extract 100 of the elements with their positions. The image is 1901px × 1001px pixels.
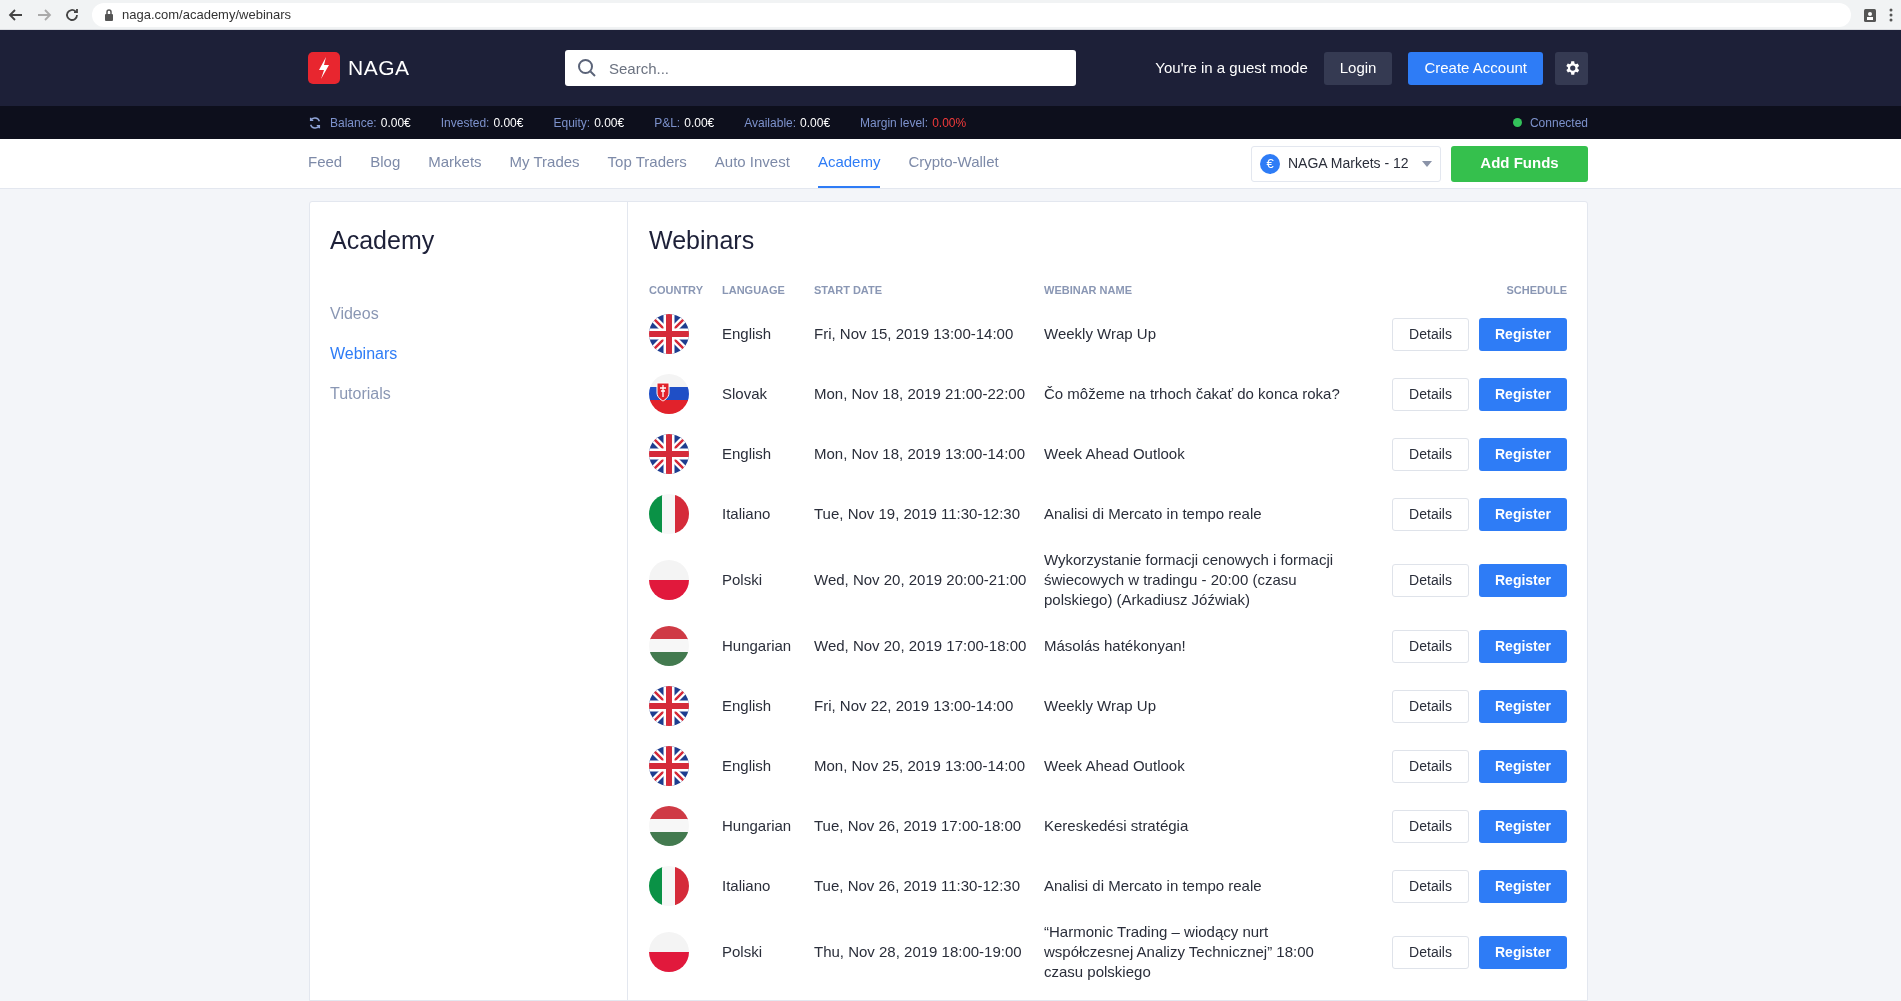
register-button[interactable]: Register bbox=[1479, 809, 1567, 843]
details-button[interactable]: Details bbox=[1392, 497, 1469, 531]
column-header: START DATE bbox=[814, 282, 884, 298]
table-cell-text: Tue, Nov 26, 2019 11:30-12:30 bbox=[814, 875, 1021, 896]
stat-label: Invested: bbox=[440, 114, 490, 132]
lock-icon bbox=[104, 8, 114, 21]
nav-tab[interactable]: Feed bbox=[308, 139, 343, 188]
table-cell-text: Polski bbox=[722, 569, 763, 590]
sidebar-item[interactable]: Webinars bbox=[330, 341, 627, 382]
table-cell-text: Kereskedési stratégia bbox=[1044, 816, 1190, 836]
nav-tab[interactable]: My Trades bbox=[509, 139, 580, 188]
sidebar-title: Academy bbox=[330, 225, 436, 256]
sidebar-item[interactable]: Tutorials bbox=[330, 381, 627, 422]
table-cell-text: Week Ahead Outlook bbox=[1044, 756, 1186, 776]
stat-value: 0.00€ bbox=[684, 114, 715, 132]
caret-icon bbox=[1422, 160, 1432, 167]
table-cell-text: Mon, Nov 18, 2019 13:00-14:00 bbox=[814, 443, 1026, 464]
table-cell-text: Weekly Wrap Up bbox=[1044, 696, 1157, 716]
account-dropdown[interactable]: € NAGA Markets - 12 bbox=[1251, 145, 1441, 182]
register-button[interactable]: Register bbox=[1479, 935, 1567, 969]
table-cell-text: Wed, Nov 20, 2019 20:00-21:00 bbox=[814, 569, 1028, 590]
table-cell-text: Hungarian bbox=[722, 815, 793, 836]
flag-icon bbox=[649, 314, 689, 354]
table-cell-text: Polski bbox=[722, 941, 763, 962]
table-cell-text: Mon, Nov 18, 2019 21:00-22:00 bbox=[814, 383, 1026, 404]
register-button[interactable]: Register bbox=[1479, 437, 1567, 471]
table-cell-text: Italiano bbox=[722, 875, 772, 896]
nav-tab[interactable]: Auto Invest bbox=[714, 139, 790, 188]
column-header: SCHEDULE bbox=[1506, 282, 1567, 298]
create-account-button[interactable]: Create Account bbox=[1408, 51, 1543, 85]
currency-badge: € bbox=[1260, 153, 1280, 174]
table-cell-text: Wykorzystanie formacji cenowych i formacji świecowych w tradingu - 20:00 (czasu polskiego) (Arkadiusz Jóźwiak) bbox=[1044, 550, 1335, 610]
details-button[interactable]: Details bbox=[1392, 809, 1469, 843]
table-cell-text: Analisi di Mercato in tempo reale bbox=[1044, 876, 1263, 896]
profile-icon[interactable] bbox=[1863, 6, 1877, 23]
table-cell-text: Tue, Nov 26, 2019 17:00-18:00 bbox=[814, 815, 1023, 836]
details-button[interactable]: Details bbox=[1392, 437, 1469, 471]
stat-label: P&L: bbox=[654, 114, 681, 132]
table-cell-text: Week Ahead Outlook bbox=[1044, 444, 1186, 464]
table-cell-text: Thu, Nov 28, 2019 18:00-19:00 bbox=[814, 941, 1023, 962]
details-button[interactable]: Details bbox=[1392, 563, 1469, 597]
nav-tab[interactable]: Crypto-Wallet bbox=[908, 139, 999, 188]
reload-icon[interactable] bbox=[64, 6, 80, 23]
search-icon bbox=[577, 58, 597, 78]
nav-tab[interactable]: Academy bbox=[817, 139, 881, 188]
register-button[interactable]: Register bbox=[1479, 869, 1567, 903]
stat-value: 0.00€ bbox=[380, 114, 411, 132]
add-funds-button[interactable]: Add Funds bbox=[1451, 145, 1588, 182]
details-button[interactable]: Details bbox=[1392, 869, 1469, 903]
page-title: Webinars bbox=[649, 225, 756, 256]
flag-icon bbox=[649, 560, 689, 600]
register-button[interactable]: Register bbox=[1479, 749, 1567, 783]
stat-value: 0.00€ bbox=[800, 114, 831, 132]
address-bar[interactable]: naga.com/academy/webinars bbox=[92, 2, 1851, 27]
flag-icon bbox=[649, 746, 689, 786]
table-cell-text: Mon, Nov 25, 2019 13:00-14:00 bbox=[814, 755, 1026, 776]
column-header: WEBINAR NAME bbox=[1044, 282, 1133, 298]
search-field[interactable]: Search... bbox=[565, 50, 1076, 86]
table-cell-text: Wed, Nov 20, 2019 17:00-18:00 bbox=[814, 635, 1028, 656]
register-button[interactable]: Register bbox=[1479, 563, 1567, 597]
stat-label: Balance: bbox=[330, 114, 377, 132]
refresh-icon[interactable] bbox=[308, 115, 322, 130]
flag-icon bbox=[649, 932, 689, 972]
settings-button[interactable] bbox=[1555, 51, 1588, 85]
table-cell-text: English bbox=[722, 443, 773, 464]
register-button[interactable]: Register bbox=[1479, 689, 1567, 723]
stat-value: 0.00% bbox=[932, 114, 967, 132]
more-menu-icon[interactable] bbox=[1889, 6, 1893, 23]
details-button[interactable]: Details bbox=[1392, 317, 1469, 351]
table-cell-text: Analisi di Mercato in tempo reale bbox=[1044, 504, 1263, 524]
flag-icon bbox=[649, 374, 689, 414]
back-arrow-icon[interactable] bbox=[8, 6, 24, 23]
table-cell-text: English bbox=[722, 695, 773, 716]
flag-icon bbox=[649, 806, 689, 846]
flag-icon bbox=[649, 686, 689, 726]
details-button[interactable]: Details bbox=[1392, 689, 1469, 723]
register-button[interactable]: Register bbox=[1479, 497, 1567, 531]
table-cell-text: Slovak bbox=[722, 383, 769, 404]
register-button[interactable]: Register bbox=[1479, 629, 1567, 663]
table-cell-text: Hungarian bbox=[722, 635, 793, 656]
table-cell-text: Weekly Wrap Up bbox=[1044, 324, 1157, 344]
table-cell-text: Italiano bbox=[722, 503, 772, 524]
details-button[interactable]: Details bbox=[1392, 935, 1469, 969]
table-cell-text: English bbox=[722, 323, 773, 344]
login-button[interactable]: Login bbox=[1323, 51, 1393, 85]
nav-tab[interactable]: Markets bbox=[428, 139, 482, 188]
nav-tab[interactable]: Top Traders bbox=[607, 139, 687, 188]
details-button[interactable]: Details bbox=[1392, 629, 1469, 663]
flag-icon bbox=[649, 626, 689, 666]
nav-tab[interactable]: Blog bbox=[370, 139, 401, 188]
table-cell-text: English bbox=[722, 755, 773, 776]
flag-icon bbox=[649, 866, 689, 906]
stat-label: Equity: bbox=[553, 114, 591, 132]
details-button[interactable]: Details bbox=[1392, 377, 1469, 411]
logo-icon bbox=[308, 52, 340, 84]
register-button[interactable]: Register bbox=[1479, 377, 1567, 411]
details-button[interactable]: Details bbox=[1392, 749, 1469, 783]
connection-status: Connected bbox=[1529, 114, 1588, 132]
register-button[interactable]: Register bbox=[1479, 317, 1567, 351]
sidebar-item[interactable]: Videos bbox=[330, 301, 627, 342]
